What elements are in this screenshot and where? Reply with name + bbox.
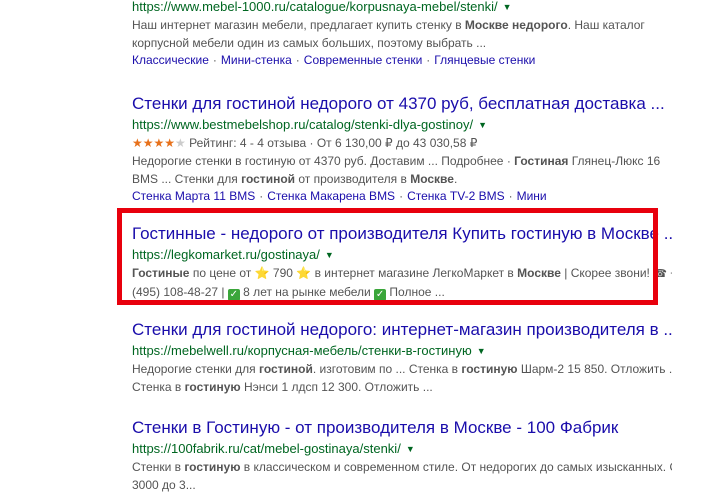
caret-down-icon[interactable]: ▼	[325, 250, 334, 260]
search-result: Стенки для гостиной недорого от 4370 руб…	[132, 94, 672, 205]
checkmark-icon: ✓	[227, 289, 240, 301]
result-url-line: https://legkomarket.ru/gostinaya/ ▼	[132, 247, 672, 263]
result-url[interactable]: https://www.mebel-1000.ru/catalogue/korp…	[132, 0, 498, 14]
sitelink[interactable]: Классические	[132, 53, 209, 67]
search-result: Стенки в Гостиную - от производителя в М…	[132, 418, 672, 494]
result-url[interactable]: https://legkomarket.ru/gostinaya/	[132, 247, 320, 262]
caret-down-icon[interactable]: ▼	[503, 2, 512, 12]
result-url[interactable]: https://100fabrik.ru/cat/mebel-gostinaya…	[132, 441, 401, 456]
search-result-highlighted: Гостинные - недорого от производителя Ку…	[132, 224, 672, 301]
caret-down-icon[interactable]: ▼	[478, 120, 487, 130]
sitelinks: Стенка Марта 11 BMS · Стенка Макарена BMS ·…	[132, 189, 547, 203]
result-title-link[interactable]: Стенки в Гостиную - от производителя в М…	[132, 418, 672, 438]
star-icon: ⭐	[296, 266, 312, 280]
sitelink[interactable]: Мини	[517, 189, 547, 203]
caret-down-icon[interactable]: ▼	[406, 444, 415, 454]
result-title-link[interactable]: Гостинные - недорого от производителя Ку…	[132, 224, 672, 244]
checkmark-icon: ✓	[374, 289, 387, 301]
sitelink[interactable]: Стенка TV-2 BMS	[407, 189, 505, 203]
sitelink[interactable]: Современные стенки	[304, 53, 423, 67]
sitelink[interactable]: Стенка Макарена BMS	[267, 189, 395, 203]
result-url[interactable]: https://mebelwell.ru/корпусная-мебель/ст…	[132, 343, 472, 358]
result-snippet: Гостиные по цене от ⭐ 790 ⭐ в интернет м…	[132, 266, 672, 301]
phone-icon: ☎	[653, 268, 667, 280]
result-url-line: https://100fabrik.ru/cat/mebel-gostinaya…	[132, 441, 672, 457]
result-snippet: Недорогие стенки для гостиной. изготовим…	[132, 362, 672, 394]
sitelink[interactable]: Глянцевые стенки	[434, 53, 535, 67]
result-url[interactable]: https://www.bestmebelshop.ru/catalog/ste…	[132, 117, 473, 132]
result-url-line: https://www.bestmebelshop.ru/catalog/ste…	[132, 117, 672, 133]
result-url-line: https://mebelwell.ru/корпусная-мебель/ст…	[132, 343, 672, 359]
sitelink[interactable]: Стенка Марта 11 BMS	[132, 189, 255, 203]
sitelinks: Классические · Мини-стенка · Современные сте…	[132, 53, 536, 67]
search-result: Стенки для гостиной недорого: интернет-м…	[132, 320, 672, 396]
result-url-line: https://www.mebel-1000.ru/catalogue/korp…	[132, 0, 672, 15]
result-snippet: Стенки в гостиную в классическом и совре…	[132, 460, 672, 492]
rating-stars-icon: ★★★★★	[132, 136, 186, 150]
rating-text: Рейтинг: 4 - 4 отзыва · От 6 130,00 ₽ до…	[189, 136, 478, 150]
result-snippet: Недорогие стенки в гостиную от 4370 руб.…	[132, 154, 661, 186]
caret-down-icon[interactable]: ▼	[477, 346, 486, 356]
result-title-link[interactable]: Стенки для гостиной недорого от 4370 руб…	[132, 94, 672, 114]
sitelink[interactable]: Мини-стенка	[221, 53, 292, 67]
star-icon: ⭐	[254, 266, 270, 280]
rating-line: ★★★★★ Рейтинг: 4 - 4 отзыва · От 6 130,0…	[132, 135, 672, 151]
result-snippet: Наш интернет магазин мебели, предлагает …	[132, 18, 645, 50]
search-result: https://www.mebel-1000.ru/catalogue/korp…	[132, 0, 672, 69]
result-title-link[interactable]: Стенки для гостиной недорого: интернет-м…	[132, 320, 672, 340]
